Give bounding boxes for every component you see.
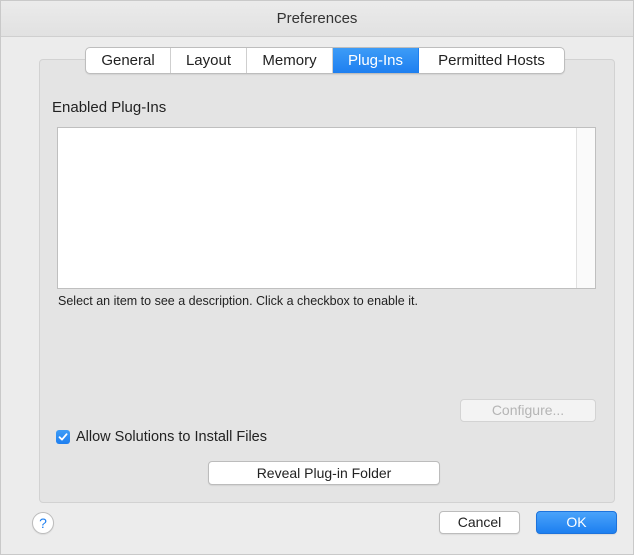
checkmark-icon — [58, 433, 68, 441]
ok-button[interactable]: OK — [536, 511, 617, 534]
allow-install-label[interactable]: Allow Solutions to Install Files — [76, 429, 267, 445]
tab-plug-ins[interactable]: Plug-Ins — [333, 48, 419, 73]
tab-permitted-hosts[interactable]: Permitted Hosts — [419, 48, 564, 73]
preferences-window: Preferences General Layout Memory Plug-I… — [0, 0, 634, 555]
cancel-button[interactable]: Cancel — [439, 511, 520, 534]
tab-general[interactable]: General — [86, 48, 171, 73]
allow-install-checkbox[interactable] — [56, 430, 70, 444]
help-button[interactable]: ? — [32, 512, 54, 534]
enabled-plugins-label: Enabled Plug-Ins — [52, 99, 167, 116]
plugins-list-scrollbar[interactable] — [576, 128, 595, 288]
tab-memory[interactable]: Memory — [247, 48, 333, 73]
configure-button[interactable]: Configure... — [460, 399, 596, 422]
plugins-list[interactable] — [57, 127, 596, 289]
tab-layout[interactable]: Layout — [171, 48, 247, 73]
window-title: Preferences — [1, 1, 633, 37]
allow-install-row[interactable]: Allow Solutions to Install Files — [56, 429, 267, 445]
reveal-plugin-folder-button[interactable]: Reveal Plug-in Folder — [208, 461, 440, 485]
tab-bar: General Layout Memory Plug-Ins Permitted… — [85, 47, 565, 74]
question-icon: ? — [39, 515, 47, 531]
plugins-hint-text: Select an item to see a description. Cli… — [58, 294, 418, 308]
